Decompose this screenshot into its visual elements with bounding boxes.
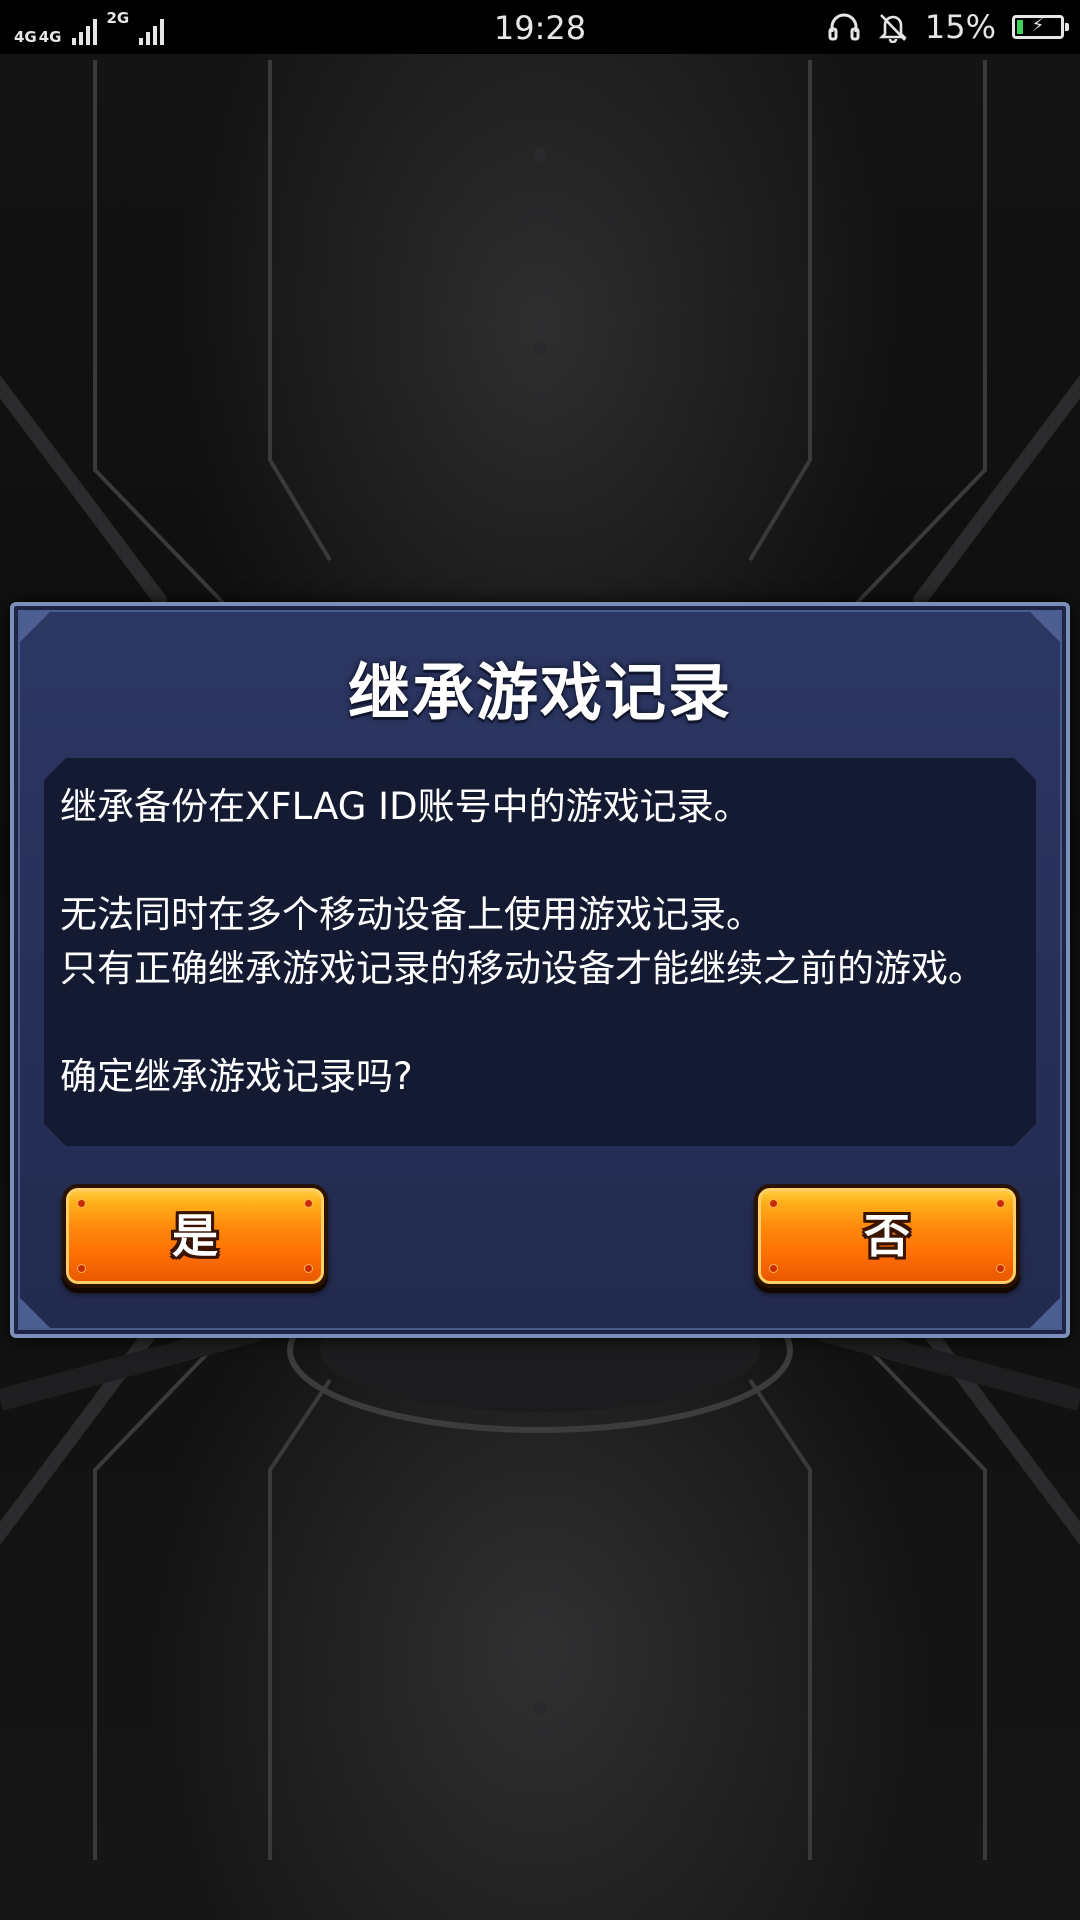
dialog-message-box: 继承备份在XFLAG ID账号中的游戏记录。 无法同时在多个移动设备上使用游戏记… [44, 758, 1036, 1146]
no-button[interactable]: 否 [754, 1184, 1020, 1288]
status-icons: 15% ⚡ [827, 0, 1069, 54]
dialog-corner [20, 1298, 50, 1328]
yes-button-label: 是 [172, 1209, 218, 1263]
headset-icon [828, 13, 860, 41]
battery-charging-icon: ⚡ [1012, 15, 1069, 39]
message-line: 确定继承游戏记录吗? [60, 1055, 413, 1098]
dialog-title: 继承游戏记录 [347, 656, 732, 729]
battery-percent: 15% [924, 8, 996, 46]
message-line: 无法同时在多个移动设备上使用游戏记录。 [60, 893, 763, 936]
dialog-corner [20, 612, 50, 642]
message-line: 只有正确继承游戏记录的移动设备才能继续之前的游戏。 [60, 947, 985, 990]
dialog-corner [1030, 1298, 1060, 1328]
yes-button[interactable]: 是 [62, 1184, 328, 1288]
message-line: 继承备份在XFLAG ID账号中的游戏记录。 [60, 785, 751, 828]
no-button-label: 否 [864, 1209, 910, 1263]
status-bar: 4G 4G 2G 19:28 15% ⚡ [0, 0, 1080, 54]
bolt-icon: ⚡ [1031, 15, 1045, 36]
game-screen: 4G 4G 2G 19:28 15% ⚡ 继承游戏记录 继承备份在XFLAG I… [0, 0, 1080, 1920]
inherit-record-dialog: 继承游戏记录 继承备份在XFLAG ID账号中的游戏记录。 无法同时在多个移动设… [10, 602, 1070, 1338]
dialog-corner [1030, 612, 1060, 642]
mute-bell-icon [878, 14, 908, 43]
